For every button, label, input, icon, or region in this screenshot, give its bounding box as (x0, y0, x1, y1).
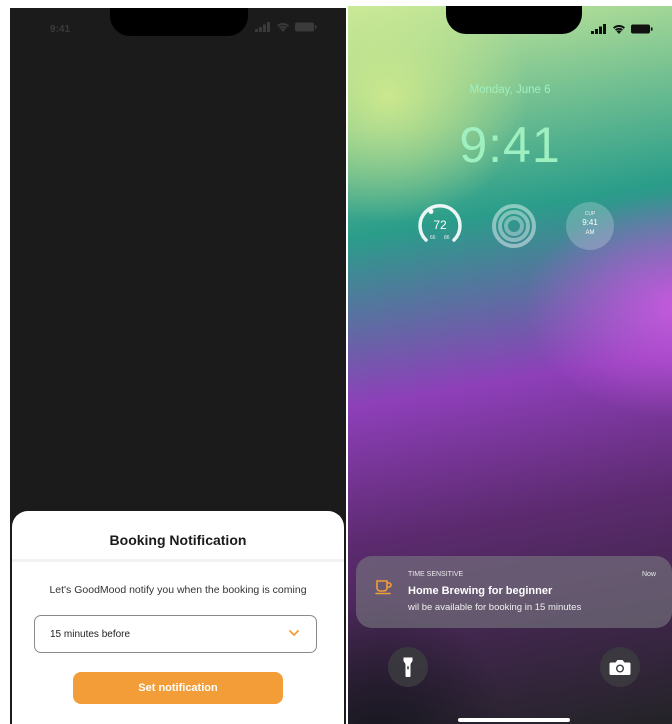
signal-icon (591, 24, 606, 34)
activity-rings-widget[interactable] (490, 202, 538, 250)
sheet-divider (12, 559, 344, 562)
coffee-cup-icon (375, 580, 392, 595)
right-phone-lock-screen: Monday, June 6 9:41 72 66 86 CUP 9:41 AM… (348, 6, 672, 724)
signal-icon (255, 22, 270, 32)
wifi-icon (277, 22, 289, 32)
flashlight-button[interactable] (388, 647, 428, 687)
chevron-down-icon (289, 630, 299, 636)
sheet-title: Booking Notification (109, 532, 247, 548)
notification-body: wil be available for booking in 15 minut… (408, 602, 582, 613)
temperature-value: 72 (433, 218, 447, 232)
wifi-icon (613, 24, 625, 34)
world-clock-ampm: AM (585, 230, 595, 236)
device-notch (110, 8, 248, 36)
status-bar-time: 9:41 (50, 24, 71, 35)
battery-icon (295, 22, 317, 32)
world-clock-widget[interactable]: CUP 9:41 AM (566, 202, 614, 250)
notification-title: Home Brewing for beginner (408, 585, 553, 597)
booking-notification-sheet: Booking Notification Let's GoodMood noti… (12, 511, 344, 724)
reminder-time-select[interactable]: 15 minutes before (34, 615, 317, 653)
world-clock-city: CUP (584, 211, 596, 217)
sheet-description: Let's GoodMood notify you when the booki… (49, 584, 307, 596)
status-bar-icons (255, 22, 317, 32)
left-phone-screen: 9:41 Booking Notification Let's GoodMood… (10, 8, 346, 724)
temperature-high: 86 (444, 235, 450, 241)
camera-button[interactable] (600, 647, 640, 687)
notification-tag: TIME SENSITIVE (408, 571, 464, 578)
select-value: 15 minutes before (50, 629, 131, 640)
temperature-low: 66 (430, 235, 436, 241)
device-notch (446, 6, 582, 34)
temperature-widget[interactable]: 72 66 86 (416, 202, 464, 250)
activity-rings-icon (492, 204, 536, 248)
notification-time: Now (641, 571, 656, 578)
set-notification-button[interactable]: Set notification (73, 672, 283, 704)
lock-screen-clock: 9:41 (459, 117, 561, 173)
booking-notification-card[interactable]: TIME SENSITIVE Now Home Brewing for begi… (356, 556, 672, 628)
lock-screen-date: Monday, June 6 (469, 84, 551, 96)
home-indicator[interactable] (458, 718, 570, 722)
camera-icon (609, 660, 631, 675)
battery-icon (631, 24, 653, 34)
flashlight-icon (403, 657, 413, 677)
status-bar-icons (591, 24, 653, 34)
world-clock-time: 9:41 (582, 218, 598, 227)
